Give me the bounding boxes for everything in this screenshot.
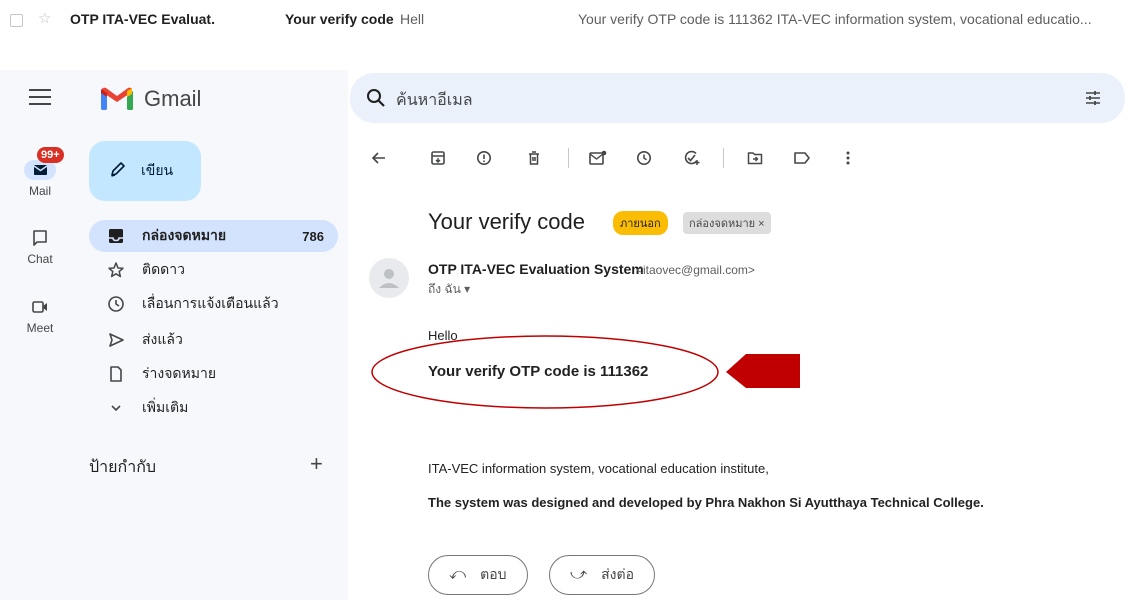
rail-label-mail: Mail [28,184,51,198]
unread-badge: 99+ [37,147,64,163]
nav-item-sent[interactable]: ส่งแล้ว [89,324,338,356]
nav-label-sent: ส่งแล้ว [142,331,183,347]
signature-line-1: ITA-VEC information system, vocational e… [428,461,769,476]
forward-icon: ⤻ [570,566,588,583]
nav-item-starred[interactable]: ติดดาว [89,254,338,286]
compose-label: เขียน [141,162,174,178]
inbox-icon [106,226,126,246]
search-options-icon[interactable] [1083,88,1103,113]
nav-label-more: เพิ่มเติม [142,399,189,415]
label-icon[interactable] [792,148,812,168]
reply-icon: ⤺ [449,566,467,583]
chevron-down-icon [106,398,126,418]
snooze-icon [106,294,126,314]
reply-button[interactable]: ⤺ ตอบ [428,555,528,595]
mail-icon [24,160,56,180]
recipient-details-toggle[interactable]: ถึง ฉัน ▾ [428,280,470,299]
rail-item-meet[interactable]: Meet [0,297,80,335]
search-input[interactable]: ค้นหาอีเมล [396,88,473,113]
rail-item-mail[interactable]: Mail [0,160,80,198]
person-icon [379,269,399,288]
annotation-arrow [726,354,800,388]
more-options-icon[interactable] [838,148,858,168]
move-to-icon[interactable] [745,148,765,168]
preview-sender: OTP ITA-VEC Evaluat. [70,11,215,27]
nav-label-inbox: กล่องจดหมาย [142,227,227,243]
draft-icon [106,364,126,384]
rail-label-meet: Meet [26,321,54,335]
sender-email: <itaovec@gmail.com> [636,263,755,277]
reply-label: ตอบ [480,566,507,582]
pencil-icon [109,160,127,183]
preview-subject: Your verify code [285,11,394,27]
star-icon [106,260,126,280]
toolbar-divider [723,148,724,168]
snooze-icon[interactable] [634,148,654,168]
preview-dash: - [388,11,393,27]
preview-snippet-start: Hell [400,11,425,27]
forward-button[interactable]: ⤻ ส่งต่อ [549,555,655,595]
preview-snippet: Your verify OTP code is 111362 ITA-VEC i… [578,11,1092,27]
avatar[interactable] [369,258,409,298]
star-icon[interactable]: ☆ [38,9,51,27]
rail-item-chat[interactable]: Chat [0,228,80,266]
annotation-ellipse [371,335,719,409]
search-bar[interactable]: ค้นหาอีเมล [350,73,1125,123]
add-task-icon[interactable] [682,148,702,168]
inbox-preview-row[interactable]: ☆ OTP ITA-VEC Evaluat. Your verify code … [0,0,1145,40]
nav-item-more[interactable]: เพิ่มเติม [89,392,338,424]
external-chip: ภายนอก [613,211,668,235]
gmail-logo[interactable]: Gmail [100,86,201,112]
main-menu-icon[interactable] [29,89,51,105]
gmail-wordmark: Gmail [144,86,202,111]
message-subject: Your verify code [428,209,585,234]
mark-unread-icon[interactable] [588,148,608,168]
nav-label-starred: ติดดาว [142,261,185,277]
add-label-button[interactable]: + [310,451,323,477]
delete-icon[interactable] [524,148,544,168]
annotation-overlay [371,335,800,409]
toolbar-divider [568,148,569,168]
archive-icon[interactable] [428,148,448,168]
compose-button[interactable]: เขียน [89,141,201,201]
send-icon [106,330,126,350]
signature-line-2: The system was designed and developed by… [428,495,984,510]
sender-name: OTP ITA-VEC Evaluation System [428,261,644,277]
nav-label-drafts: ร่างจดหมาย [142,365,217,381]
nav-item-snoozed[interactable]: เลื่อนการแจ้งเตือนแล้ว [89,288,338,320]
report-spam-icon[interactable] [474,148,494,168]
labels-heading: ป้ายกำกับ [89,459,157,476]
nav-item-inbox[interactable]: กล่องจดหมาย 786 [89,220,338,252]
chat-icon [24,228,56,248]
search-icon[interactable] [366,88,386,113]
gmail-m-icon [101,87,133,110]
nav-item-drafts[interactable]: ร่างจดหมาย [89,358,338,390]
back-icon[interactable] [369,148,389,168]
nav-label-snoozed: เลื่อนการแจ้งเตือนแล้ว [142,295,279,311]
rail-label-chat: Chat [27,252,53,266]
select-checkbox[interactable] [10,14,23,27]
inbox-count: 786 [302,228,324,244]
forward-label: ส่งต่อ [601,566,634,582]
inbox-label-chip[interactable]: กล่องจดหมาย × [683,212,771,234]
meet-icon [24,297,56,317]
